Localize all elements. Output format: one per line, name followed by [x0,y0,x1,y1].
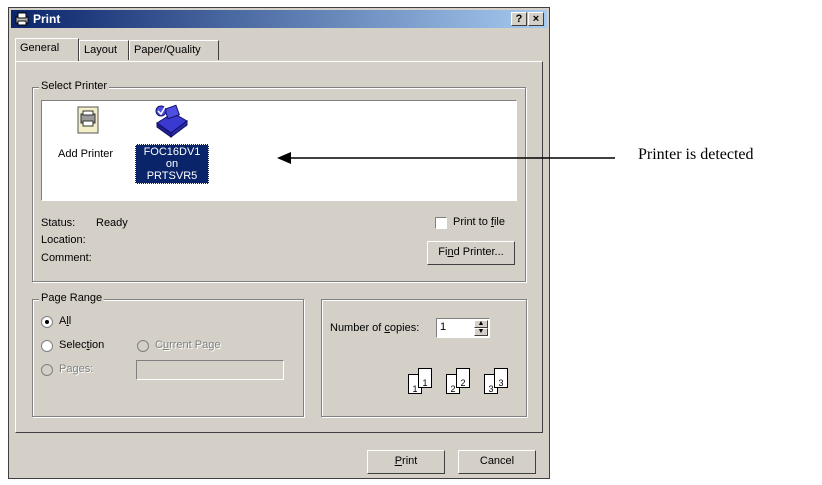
spinner-up-icon[interactable]: ▲ [474,320,488,328]
copies-value[interactable]: 1 [440,321,446,333]
tab-paper-quality[interactable]: Paper/Quality [129,40,219,60]
tab-layout[interactable]: Layout [79,40,129,60]
pages-input [136,360,284,380]
location-label: Location: [41,234,86,246]
print-dialog: Print ? × General Layout Paper/Quality S… [8,7,550,479]
current-page-label: Current Page [155,339,221,351]
cancel-button[interactable]: Cancel [458,450,536,474]
comment-label: Comment: [41,252,92,264]
collate-page-icon: 1 [418,368,432,388]
tab-general[interactable]: General [15,38,79,61]
select-printer-group: Select Printer Add Printer FOC16DV1 on P… [32,80,526,282]
add-printer-item[interactable]: Add Printer [52,105,122,175]
number-of-copies-label: Number of copies: [330,322,420,334]
printer-icon [15,12,29,26]
status-label: Status: [41,217,76,229]
status-value: Ready [96,217,128,229]
spinner-down-icon[interactable]: ▼ [474,328,488,336]
network-printer-icon [155,104,188,138]
add-printer-icon [77,106,99,134]
annotation-text: Printer is detected [638,146,754,163]
collate-illustration: 1 1 2 2 3 3 [406,368,518,398]
all-radio[interactable] [41,316,53,328]
print-to-file-checkbox[interactable] [435,217,447,229]
printer-name-line1: FOC16DV1 on [143,146,201,170]
annotation-arrow [277,152,615,164]
print-to-file-label[interactable]: Print to file [453,216,505,228]
collate-page-icon: 3 [494,368,508,388]
title-bar[interactable]: Print ? × [11,10,547,28]
copies-group: Number of copies: 1 ▲ ▼ 1 1 2 2 3 3 [321,299,527,417]
printer-foc16dv1-label: FOC16DV1 on PRTSVR5 [135,144,209,184]
page-range-group: Page Range All Selection Current Page Pa… [32,292,304,417]
select-printer-label: Select Printer [39,80,110,92]
close-button[interactable]: × [528,12,544,26]
printer-foc16dv1-item[interactable]: FOC16DV1 on PRTSVR5 [135,103,209,184]
selection-label[interactable]: Selection [59,339,104,351]
print-button[interactable]: Print [367,450,445,474]
page-range-label: Page Range [39,292,105,304]
pages-label: Pages: [59,363,94,375]
pages-radio [41,364,53,376]
find-printer-button[interactable]: Find Printer... [427,241,515,265]
help-button[interactable]: ? [511,12,527,26]
add-printer-label: Add Printer [58,148,114,160]
copies-spinner[interactable]: 1 ▲ ▼ [436,318,490,338]
selection-radio[interactable] [41,340,53,352]
all-label[interactable]: All [59,315,71,327]
collate-page-icon: 2 [456,368,470,388]
printer-name-line2: PRTSVR5 [146,170,198,182]
window-title: Print [33,12,61,26]
current-page-radio [137,340,149,352]
general-panel: Select Printer Add Printer FOC16DV1 on P… [15,61,543,433]
